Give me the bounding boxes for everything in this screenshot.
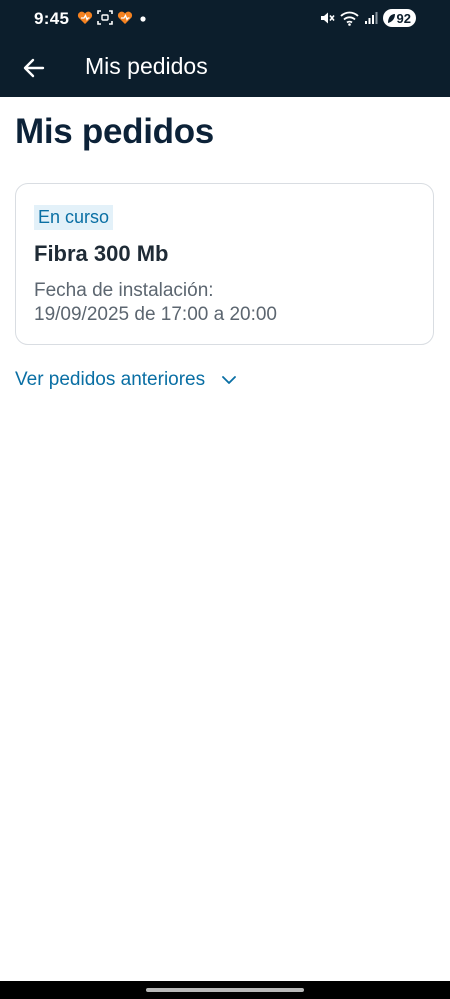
chevron-down-icon — [222, 376, 237, 384]
page-title: Mis pedidos — [15, 112, 214, 151]
status-bar: 9:45 92 — [0, 0, 450, 40]
battery-level: 92 — [396, 10, 411, 26]
dot-icon — [140, 15, 146, 22]
back-button[interactable] — [14, 48, 54, 88]
status-time: 9:45 — [34, 9, 70, 28]
status-badge: En curso — [34, 205, 114, 230]
install-date-value: 19/09/2025 de 17:00 a 20:00 — [34, 304, 278, 325]
screenshot-icon — [97, 10, 113, 25]
app-bar-title: Mis pedidos — [85, 53, 208, 79]
previous-orders-label: Ver pedidos anteriores — [15, 369, 206, 390]
install-date-label: Fecha de instalación: — [34, 280, 214, 301]
signal-icon — [364, 12, 378, 24]
system-icons: 92 — [319, 9, 416, 27]
mute-icon — [320, 12, 335, 24]
order-card[interactable]: En curso Fibra 300 Mb Fecha de instalaci… — [15, 183, 434, 345]
product-name: Fibra 300 Mb — [34, 241, 169, 266]
battery-icon: 92 — [382, 9, 416, 27]
previous-orders-link[interactable]: Ver pedidos anteriores — [15, 369, 237, 391]
notification-icons — [77, 10, 149, 25]
system-nav-bar — [0, 981, 450, 999]
app-bar: Mis pedidos — [0, 40, 450, 97]
heart-badge-icon — [117, 11, 133, 24]
heart-badge-icon — [77, 11, 93, 24]
wifi-icon — [339, 11, 359, 26]
home-indicator[interactable] — [146, 988, 304, 992]
leaf-icon — [387, 13, 395, 23]
arrow-left-icon — [23, 58, 45, 78]
